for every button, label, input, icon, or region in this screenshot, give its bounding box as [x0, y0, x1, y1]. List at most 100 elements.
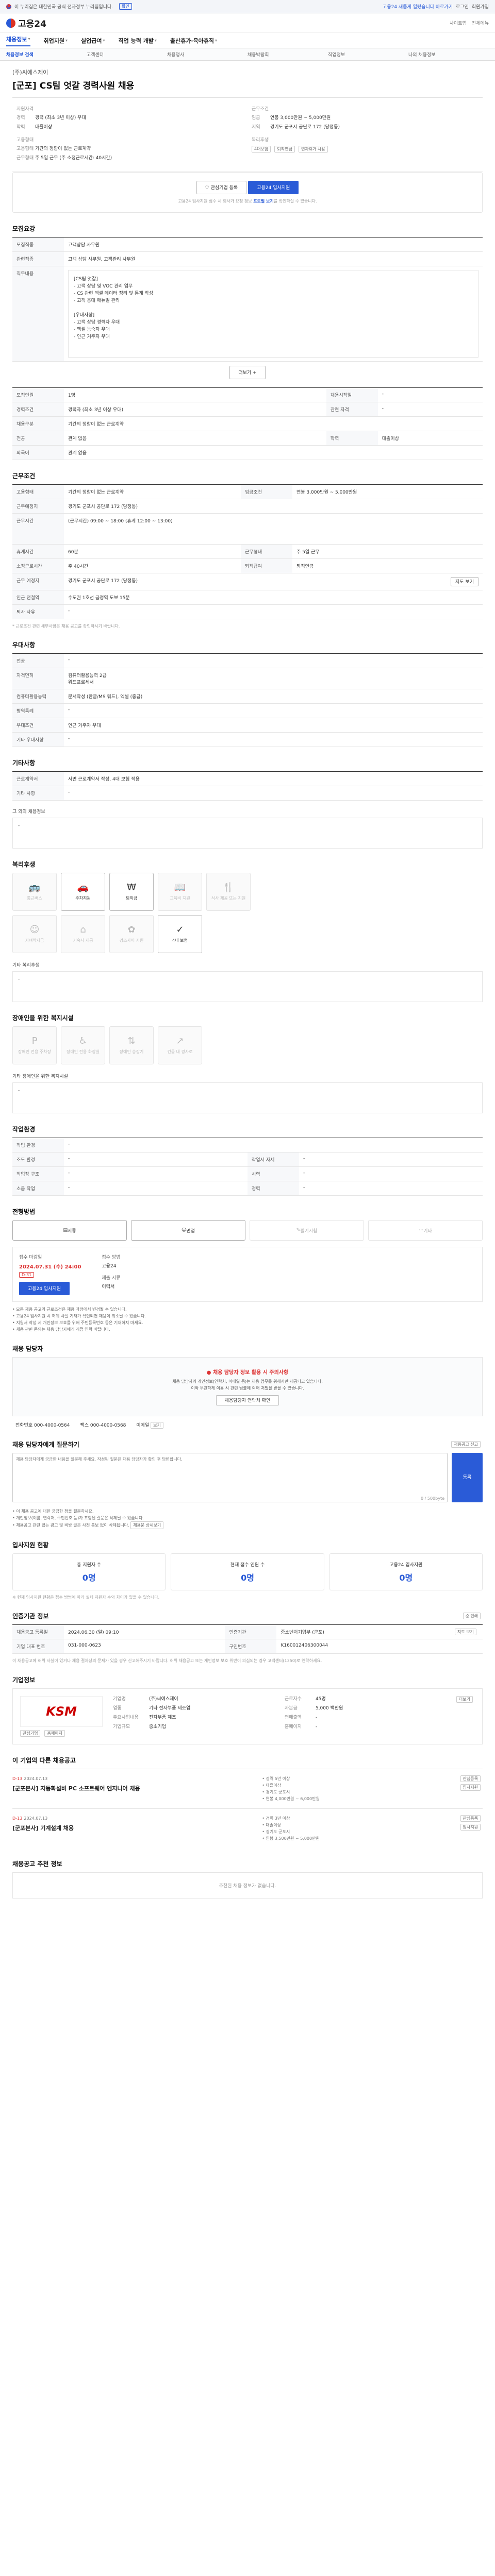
row-value: -	[299, 1152, 483, 1167]
site-header: 고용24 사이트맵 전체메뉴	[0, 13, 495, 33]
chevron-down-icon: ▾	[154, 38, 157, 43]
regist-map-button[interactable]: 지도 보기	[455, 1629, 476, 1635]
heart-icon: ♡	[205, 185, 211, 191]
row-value: -	[64, 604, 483, 619]
elevator-icon: ⇅	[127, 1035, 136, 1046]
favorite-company-button[interactable]: 관심기업	[20, 1730, 41, 1737]
subnav-job-dictionary[interactable]: 직업정보	[328, 51, 408, 58]
summary-value: 경력 (최소 3년 이상) 우대	[35, 115, 86, 121]
welfare-chip: 연차휴가 사용	[299, 146, 328, 152]
list-item[interactable]: D-13 2024.07.13 [군포본사] 기계설계 채용 • 경력 3년 이…	[12, 1808, 483, 1848]
work-note: * 근로조건 관련 세부사항은 채용 공고를 확인하시기 바랍니다.	[12, 624, 120, 629]
subnav-fair[interactable]: 채용박람회	[248, 51, 328, 58]
bookmark-button[interactable]: ♡ 관심기업 등록	[196, 181, 247, 194]
company-value: 전자부품 제조	[149, 1715, 176, 1720]
subnav-customer-center[interactable]: 고객센터	[87, 51, 167, 58]
process-step: ✎ 필기시험	[250, 1220, 364, 1241]
company-value: -	[315, 1724, 318, 1730]
apply-button-2[interactable]: 고용24 입사지원	[19, 1282, 70, 1295]
summary-key: 고용형태	[16, 146, 34, 151]
gov-banner: 이 누리집은 대한민국 공식 전자정부 누리집입니다. 확인 고용24 새롭게 …	[0, 0, 495, 13]
more-button[interactable]: 더보기 +	[229, 366, 266, 379]
job-bookmark-button[interactable]: 관심등록	[460, 1815, 481, 1822]
row-header: 소음 작업	[12, 1181, 64, 1196]
row-header: 소정근로시간	[12, 558, 64, 573]
qna-more-button[interactable]: 채용문 상세보기	[130, 1521, 164, 1529]
job-summary: 지원자격 경력 경력 (최소 3년 이상) 우대 학력 대졸이상 고용형태 고용형태…	[12, 97, 483, 172]
process-step: ⋯ 기타	[368, 1220, 483, 1241]
company-more-button[interactable]: 더보기	[456, 1696, 473, 1703]
pencil-icon: ✎	[296, 1228, 301, 1233]
nav-employment-support[interactable]: 취업지원 ▾	[44, 37, 68, 45]
announcement-link[interactable]: 고용24 새롭게 열렸습니다 바로가기	[383, 3, 453, 10]
job-date: 2024.07.13	[24, 1816, 48, 1821]
row-header: 인근 전철역	[12, 590, 64, 605]
check-contact-button[interactable]: 채용담당자 연락처 확인	[216, 1395, 279, 1405]
row-header: 모집인원	[12, 387, 64, 402]
list-item[interactable]: D-13 2024.07.13 [군포본사] 자동화설비 PC 소프트웨어 엔지…	[12, 1769, 483, 1808]
welfare-card: 🚌 통근버스	[12, 873, 57, 911]
email-view-button[interactable]: 보기	[151, 1422, 163, 1429]
company-key: 주요사업내용	[113, 1715, 139, 1720]
process-step: ▤ 서류	[12, 1220, 127, 1241]
sitemap-link[interactable]: 사이트맵	[450, 20, 467, 26]
contact-warning: ● 채용 담당자 정보 활용 시 주의사항 채용 담당자의 개인정보(연락처, …	[12, 1357, 483, 1416]
question-input[interactable]	[12, 1453, 448, 1502]
disability-grid: P 장애인 전용 주차장 ♿ 장애인 전용 화장실 ⇅ 장애인 승강기 ↗ 건물 내 경…	[12, 1026, 483, 1064]
row-header: 구인번호	[225, 1639, 277, 1654]
welfare-card: ✿ 경조사비 지원	[109, 915, 154, 953]
print-button[interactable]: ⎙ 인쇄	[463, 1613, 481, 1619]
signup-link[interactable]: 회원가입	[472, 3, 489, 10]
warning-text: 채용 담당자의 개인정보(연락처, 이메일 등)는 채용 업무를 위해서만 제공…	[172, 1379, 323, 1384]
row-value: 인근 거주자 우대	[64, 718, 483, 733]
subnav-job-search[interactable]: 채용정보 검색	[6, 51, 87, 58]
other-info-box: -	[12, 818, 483, 849]
row-value: 기간의 정함이 없는 근로계약	[64, 416, 483, 431]
apply-button[interactable]: 고용24 입사지원	[248, 181, 299, 194]
subnav-events[interactable]: 채용행사	[167, 51, 248, 58]
row-value: 경기도 군포시 공단로 172 (당정동)	[64, 499, 483, 514]
job-apply-button[interactable]: 입사지원	[460, 1824, 481, 1831]
welfare-card: 🍴 식사 제공 또는 지원	[206, 873, 251, 911]
row-header: 채용구분	[12, 416, 64, 431]
section-title-env: 작업환경	[12, 1126, 36, 1133]
login-link[interactable]: 로그인	[456, 3, 469, 10]
section-title-detail: 모집요강	[12, 225, 36, 232]
flag-icon	[6, 4, 11, 9]
method-value: 고용24	[102, 1264, 117, 1269]
nav-skill-development[interactable]: 직업 능력 개발 ▾	[119, 37, 157, 45]
row-header: 병역특례	[12, 703, 64, 718]
home-icon: ⌂	[80, 924, 86, 935]
more-icon: ⋯	[419, 1228, 424, 1233]
row-header: 전공	[12, 653, 64, 668]
submit-question-button[interactable]: 등록	[452, 1453, 483, 1502]
job-bookmark-button[interactable]: 관심등록	[460, 1775, 481, 1782]
company-key: 근로자수	[284, 1697, 302, 1702]
profile-link[interactable]: 프로필 보기	[253, 199, 274, 204]
brand[interactable]: 고용24	[6, 16, 46, 29]
row-value: -	[64, 1138, 483, 1153]
alert-icon: ●	[206, 1370, 213, 1376]
job-apply-button[interactable]: 입사지원	[460, 1784, 481, 1791]
row-header: 퇴직급여	[241, 558, 292, 573]
gov-notice-toggle[interactable]: 확인	[119, 3, 132, 10]
nav-parental-leave[interactable]: 출산휴가·육아휴직 ▾	[170, 37, 217, 45]
company-value: 중소기업	[149, 1724, 167, 1730]
subnav-my-job[interactable]: 나의 채용정보	[408, 51, 489, 58]
homepage-button[interactable]: 홈페이지	[44, 1730, 65, 1737]
interview-icon: ☺	[182, 1228, 187, 1233]
row-header: 모집직종	[12, 237, 64, 252]
welfare-card: ₩ 퇴직금	[109, 873, 154, 911]
map-button[interactable]: 지도 보기	[451, 577, 478, 586]
ramp-icon: ↗	[176, 1035, 184, 1046]
nav-unemployment-benefit[interactable]: 실업급여 ▾	[81, 37, 105, 45]
row-header: 근무형태	[241, 544, 292, 559]
report-button[interactable]: 채용공고 신고	[451, 1441, 481, 1448]
company-info-box: KSM 관심기업 홈페이지 기업명 (주)씨에스제이 업종 기타 전자부품 제조업 …	[12, 1688, 483, 1744]
job-title: [군포본사] 기계설계 채용	[12, 1825, 74, 1832]
section-title-stats: 입사지원 현황	[12, 1541, 49, 1549]
all-menu-button[interactable]: 전체메뉴	[472, 20, 489, 26]
nav-job-info[interactable]: 채용정보 ▾	[6, 35, 30, 46]
row-header: 관련직종	[12, 251, 64, 266]
docs-value: 이력서	[102, 1284, 115, 1290]
